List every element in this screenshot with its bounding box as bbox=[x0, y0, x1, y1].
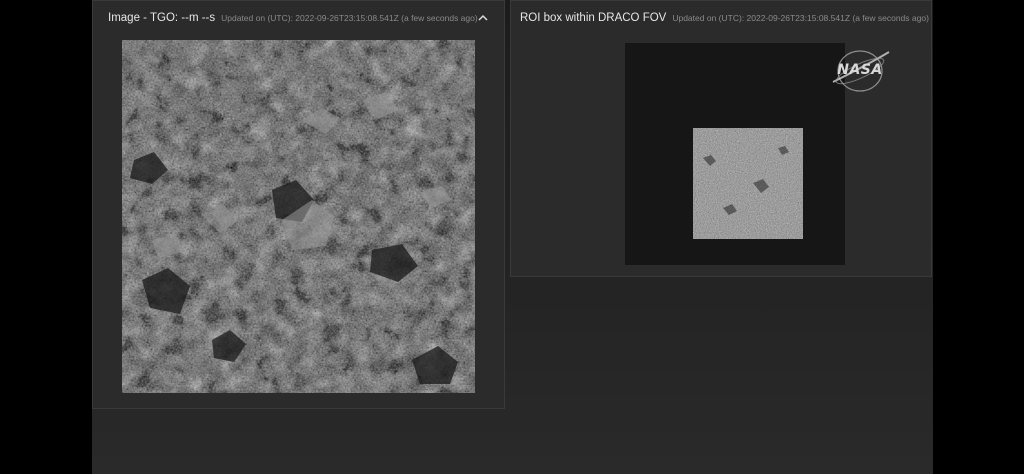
roi-box-image bbox=[693, 128, 803, 239]
panel-header: Image - TGO: --m --s Updated on (UTC): 2… bbox=[93, 1, 504, 35]
tgo-image-panel: Image - TGO: --m --s Updated on (UTC): 2… bbox=[92, 0, 505, 409]
draco-fov-frame bbox=[625, 43, 845, 265]
panel-title: ROI box within DRACO FOV bbox=[520, 12, 667, 24]
nasa-logo: NASA bbox=[829, 46, 891, 96]
panel-title: Image - TGO: --m --s bbox=[108, 12, 216, 24]
panel-header: ROI box within DRACO FOV Updated on (UTC… bbox=[511, 1, 931, 35]
mission-dashboard: Image - TGO: --m --s Updated on (UTC): 2… bbox=[92, 0, 933, 474]
nasa-logo-text: NASA bbox=[837, 62, 883, 78]
updated-timestamp: Updated on (UTC): 2022-09-26T23:15:08.54… bbox=[672, 13, 929, 23]
roi-fov-panel: ROI box within DRACO FOV Updated on (UTC… bbox=[510, 0, 932, 277]
asteroid-surface-image bbox=[122, 40, 475, 393]
chevron-up-icon[interactable] bbox=[476, 10, 490, 24]
updated-timestamp: Updated on (UTC): 2022-09-26T23:15:08.54… bbox=[221, 13, 478, 23]
